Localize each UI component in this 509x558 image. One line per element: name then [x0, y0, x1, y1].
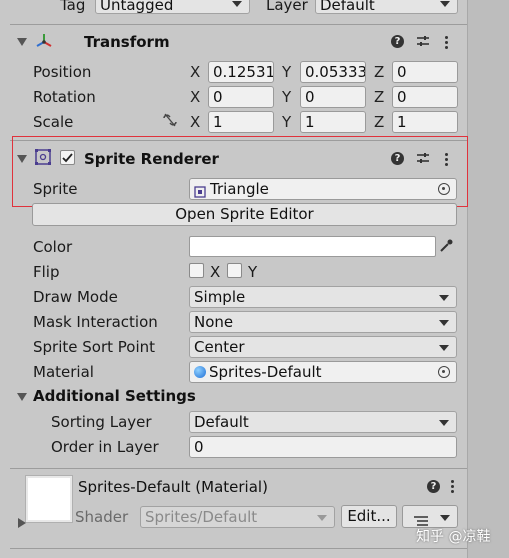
- material-preview-thumbnail: [26, 476, 72, 522]
- divider: [10, 24, 467, 25]
- layer-dropdown[interactable]: Default: [315, 0, 458, 14]
- material-value: Sprites-Default: [209, 363, 322, 381]
- chevron-down-icon: [317, 515, 327, 521]
- mask-interaction-dropdown[interactable]: None: [189, 311, 457, 333]
- mask-interaction-label: Mask Interaction: [33, 313, 158, 331]
- scale-z-axis: Z: [374, 113, 385, 131]
- transform-title: Transform: [84, 33, 170, 51]
- material-sphere-icon: [194, 366, 206, 378]
- tag-label: Tag: [60, 0, 86, 14]
- position-z-field[interactable]: 0: [392, 61, 458, 83]
- help-icon[interactable]: ?: [427, 480, 440, 493]
- divider: [10, 468, 467, 469]
- layer-label: Layer: [266, 0, 308, 14]
- scale-x-field[interactable]: 1: [208, 111, 274, 133]
- position-y-field[interactable]: 0.053333: [300, 61, 366, 83]
- shader-edit-button[interactable]: Edit...: [341, 505, 397, 528]
- tag-dropdown[interactable]: Untagged: [95, 0, 250, 14]
- flip-y-label: Y: [248, 263, 258, 281]
- order-in-layer-field[interactable]: 0: [189, 436, 457, 458]
- kebab-menu-icon[interactable]: [451, 478, 454, 495]
- link-broken-icon[interactable]: [162, 113, 178, 127]
- rotation-x-axis: X: [190, 88, 201, 106]
- fold-arrow-icon[interactable]: [17, 38, 27, 46]
- shader-value: Sprites/Default: [145, 508, 258, 526]
- chevron-down-icon: [439, 320, 449, 326]
- scale-z-field[interactable]: 1: [392, 111, 458, 133]
- sorting-layer-dropdown[interactable]: Default: [189, 411, 457, 433]
- draw-mode-label: Draw Mode: [33, 288, 118, 306]
- inspector-scrollbar-area[interactable]: [467, 0, 509, 558]
- color-label: Color: [33, 238, 73, 256]
- shader-options-button[interactable]: [402, 505, 458, 528]
- watermark: 知乎 @凉鞋: [416, 529, 491, 545]
- scale-x-axis: X: [190, 113, 201, 131]
- divider: [10, 548, 467, 549]
- sprite-sort-point-value: Center: [194, 338, 245, 356]
- open-sprite-editor-button[interactable]: Open Sprite Editor: [32, 203, 457, 226]
- help-icon[interactable]: ?: [391, 35, 404, 48]
- rotation-z-axis: Z: [374, 88, 385, 106]
- shader-dropdown[interactable]: Sprites/Default: [140, 506, 335, 528]
- presets-icon[interactable]: [416, 34, 430, 48]
- layer-value: Default: [320, 0, 375, 14]
- flip-y-checkbox[interactable]: [227, 263, 242, 278]
- material-object-field[interactable]: Sprites-Default: [189, 361, 457, 383]
- material-section-title: Sprites-Default (Material): [78, 478, 268, 496]
- highlight-box: [12, 136, 468, 207]
- material-label: Material: [33, 363, 94, 381]
- position-x-axis: X: [190, 63, 201, 81]
- rotation-y-axis: Y: [282, 88, 292, 106]
- draw-mode-dropdown[interactable]: Simple: [189, 286, 457, 308]
- transform-icon: [33, 30, 55, 52]
- flip-label: Flip: [33, 263, 60, 281]
- order-in-layer-label: Order in Layer: [51, 438, 159, 456]
- chevron-down-icon: [440, 1, 450, 7]
- tag-value: Untagged: [100, 0, 174, 14]
- eyedropper-icon[interactable]: [438, 238, 454, 254]
- object-picker-icon[interactable]: [438, 366, 450, 378]
- inspector-panel: [0, 0, 467, 558]
- position-x-field[interactable]: 0.125310: [208, 61, 274, 83]
- scale-label: Scale: [33, 113, 74, 131]
- list-icon: [413, 512, 429, 526]
- chevron-down-icon: [439, 420, 449, 426]
- draw-mode-value: Simple: [194, 288, 246, 306]
- color-swatch-field[interactable]: [189, 236, 436, 257]
- rotation-z-field[interactable]: 0: [392, 86, 458, 108]
- position-y-axis: Y: [282, 63, 292, 81]
- sprite-sort-point-label: Sprite Sort Point: [33, 338, 156, 356]
- position-label: Position: [33, 63, 92, 81]
- flip-x-label: X: [210, 263, 221, 281]
- sorting-layer-value: Default: [194, 413, 249, 431]
- chevron-down-icon: [439, 295, 449, 301]
- additional-settings-title[interactable]: Additional Settings: [33, 387, 196, 405]
- mask-interaction-value: None: [194, 313, 234, 331]
- fold-arrow-right-icon[interactable]: [18, 518, 26, 528]
- rotation-y-field[interactable]: 0: [300, 86, 366, 108]
- scale-y-field[interactable]: 1: [300, 111, 366, 133]
- chevron-down-icon: [440, 515, 450, 521]
- rotation-x-field[interactable]: 0: [208, 86, 274, 108]
- shader-label: Shader: [75, 508, 129, 526]
- sorting-layer-label: Sorting Layer: [51, 413, 152, 431]
- scale-y-axis: Y: [282, 113, 292, 131]
- sprite-sort-point-dropdown[interactable]: Center: [189, 336, 457, 358]
- rotation-label: Rotation: [33, 88, 96, 106]
- position-z-axis: Z: [374, 63, 385, 81]
- fold-arrow-icon[interactable]: [17, 393, 27, 401]
- chevron-down-icon: [439, 345, 449, 351]
- kebab-menu-icon[interactable]: [445, 34, 448, 51]
- flip-x-checkbox[interactable]: [189, 263, 204, 278]
- chevron-down-icon: [232, 1, 242, 7]
